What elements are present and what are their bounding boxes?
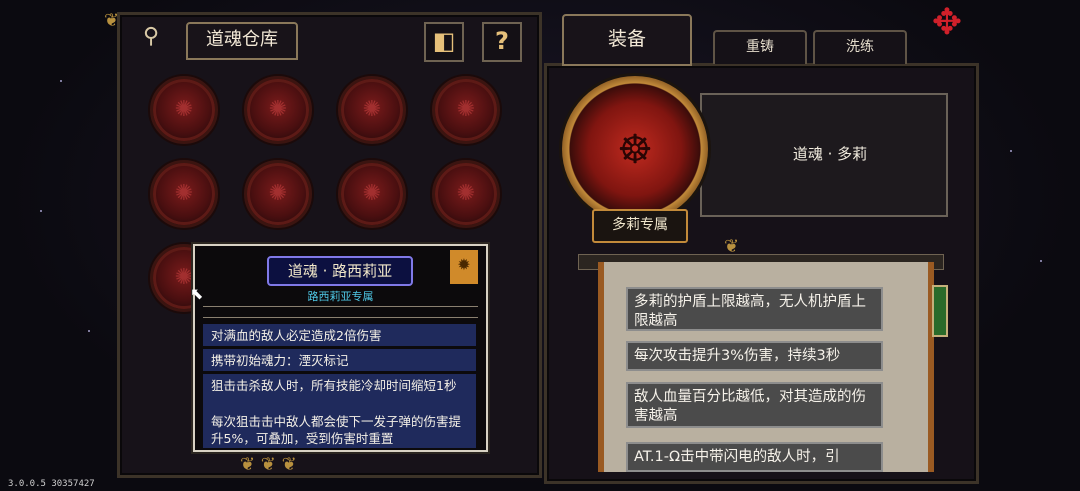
tab-reforge[interactable]: 重铸 <box>713 30 807 64</box>
bottom-ornament-icon: ❦ ❦ ❦ <box>240 454 297 475</box>
effect-item: 多莉的护盾上限越高，无人机护盾上限越高 <box>626 287 883 331</box>
star <box>1040 260 1042 262</box>
soul-glyph-icon: ✺ <box>174 181 194 206</box>
soul-glyph-icon: ✺ <box>268 181 288 206</box>
version-label: 3.0.0.5 30357427 <box>8 479 95 489</box>
soul-slot[interactable]: ✺ <box>338 160 406 228</box>
soul-slot[interactable]: ✺ <box>150 160 218 228</box>
tag-icon: ⚲ <box>142 24 160 49</box>
soul-glyph-icon: ✺ <box>174 97 194 122</box>
tooltip-effect: 携带初始魂力：湮灭标记 <box>203 349 476 371</box>
tooltip-subtitle: 路西莉亚专属 <box>307 290 374 303</box>
tooltip-divider <box>203 306 478 318</box>
star <box>40 210 42 212</box>
star <box>88 330 90 332</box>
soul-glyph-icon: ✺ <box>456 97 476 122</box>
tooltip-effect: 对满血的敌人必定造成2倍伤害 <box>203 324 476 346</box>
effect-item: 敌人血量百分比越低，对其造成的伤害越高 <box>626 382 883 428</box>
help-button[interactable]: ? <box>482 22 522 62</box>
star <box>1010 150 1012 152</box>
star <box>60 80 62 82</box>
tab-refine[interactable]: 洗练 <box>813 30 907 64</box>
soul-glyph-icon: ✺ <box>456 181 476 206</box>
pinwheel-icon[interactable]: ✥ <box>926 2 968 44</box>
item-name: 道魂 · 多莉 <box>792 145 868 163</box>
soul-slot[interactable]: ✺ <box>150 76 218 144</box>
corner-ornament-icon: ❦ <box>104 10 120 31</box>
tangram-icon[interactable]: ◧ <box>424 22 464 62</box>
soul-glyph-icon: ✺ <box>268 97 288 122</box>
effect-item: 每次攻击提升3%伤害，持续3秒 <box>626 341 883 371</box>
exclusive-tag: 多莉专属 <box>592 209 688 243</box>
tooltip-effect: 狙击击杀敌人时，所有技能冷却时间缩短1秒 <box>203 374 476 412</box>
charm-icon <box>932 285 948 337</box>
storage-title: 道魂仓库 <box>186 22 298 60</box>
gear-badge-icon: ✹ <box>450 250 478 284</box>
soul-slot[interactable]: ✺ <box>338 76 406 144</box>
soul-slot[interactable]: ✺ <box>244 76 312 144</box>
soul-glyph-icon: ✺ <box>362 181 382 206</box>
effect-item: AT.1-Ω击中带闪电的敌人时，引 <box>626 442 883 472</box>
soul-emblem-icon: ☸ <box>617 127 653 173</box>
soul-slot[interactable]: ✺ <box>432 76 500 144</box>
tooltip-title: 道魂 · 路西莉亚 <box>267 256 413 286</box>
soul-glyph-icon: ✺ <box>362 97 382 122</box>
cursor-icon: ⬉ <box>190 284 204 303</box>
soul-tooltip: 道魂 · 路西莉亚 ✹ 路西莉亚专属 对满血的敌人必定造成2倍伤害 携带初始魂力… <box>193 244 488 452</box>
soul-slot[interactable]: ✺ <box>432 160 500 228</box>
tooltip-effect: 每次狙击击中敌人都会使下一发子弹的伤害提升5%，可叠加，受到伤害时重置 <box>203 410 476 448</box>
tab-equip[interactable]: 装备 <box>562 14 692 66</box>
soul-slot[interactable]: ✺ <box>244 160 312 228</box>
